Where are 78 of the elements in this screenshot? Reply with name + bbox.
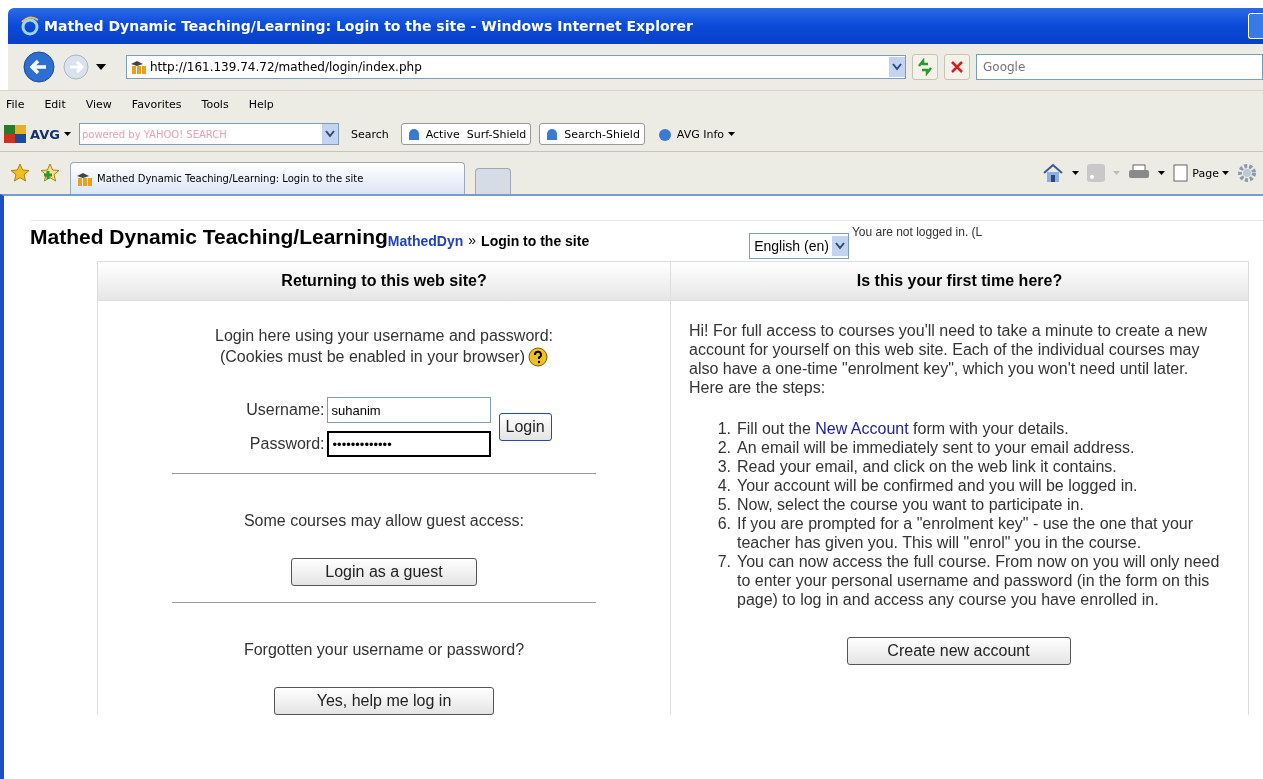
caret-icon[interactable] — [1158, 171, 1166, 175]
browser-tab[interactable]: Mathed Dynamic Teaching/Learning: Login to the site — [70, 162, 465, 194]
browser-logo-icon — [20, 16, 40, 36]
address-field[interactable]: http://161.139.74.72/mathed/login/index.php — [126, 55, 906, 79]
avg-info-button[interactable]: AVG Info — [652, 124, 740, 144]
guest-login-button[interactable]: Login as a guest — [291, 558, 477, 586]
step-number: 4. — [716, 476, 731, 495]
breadcrumb-separator: » — [468, 232, 477, 248]
forgot-password-button[interactable]: Yes, help me log in — [274, 687, 494, 715]
field-label: Password: — [249, 435, 325, 453]
avg-button[interactable]: AVG — [4, 125, 71, 143]
page-icon — [1173, 164, 1190, 182]
breadcrumb-link[interactable]: MathedDyn — [387, 233, 464, 249]
search-field[interactable]: Google — [976, 54, 1263, 80]
menu-item[interactable]: View — [85, 97, 112, 111]
step-text: Now, select the course you want to participate in. — [737, 495, 1084, 514]
globe-icon — [656, 126, 673, 142]
page-menu-button[interactable]: Page — [1173, 164, 1229, 182]
caret-icon — [1222, 171, 1229, 175]
password-field[interactable]: ••••••••••••• — [326, 431, 491, 457]
back-button[interactable] — [22, 50, 56, 84]
refresh-icon — [916, 58, 934, 76]
address-dropdown-button[interactable] — [889, 57, 905, 77]
step-text: Your account will be confirmed and you will be logged in. — [737, 476, 1138, 495]
menu-item[interactable]: File — [6, 97, 25, 111]
field-label: Username: — [246, 401, 325, 419]
shield-button[interactable]: Active Surf-Shield — [400, 123, 532, 145]
step-number: 6. — [716, 514, 731, 534]
login-instructions: Login here using your username and password: — [215, 327, 553, 345]
favorites-star-icon[interactable] — [10, 163, 30, 183]
caret-icon — [728, 132, 736, 136]
dropdown-arrow-icon[interactable] — [96, 64, 106, 70]
search-button[interactable]: Search — [346, 125, 393, 143]
menu-item[interactable]: Tools — [201, 97, 229, 111]
step-text: You can now access the full course. From now on you will only need to enter your personal username and password (in the form on this page) to log in and access any course you have enrolled in. — [737, 552, 1221, 609]
chevron-icon — [834, 242, 845, 250]
step-number: 5. — [716, 495, 731, 514]
add-favorite-icon[interactable] — [40, 163, 60, 183]
new-account-link[interactable]: New Account — [815, 420, 909, 437]
menu-item[interactable]: Help — [248, 97, 274, 111]
moodle-favicon-icon — [77, 171, 93, 186]
step-number: 2. — [716, 438, 731, 457]
step-text: Fill out the New Account form with your details. — [737, 419, 1069, 438]
stop-button[interactable] — [944, 54, 970, 80]
moodle-favicon-icon — [131, 60, 147, 74]
home-icon[interactable] — [1042, 163, 1065, 183]
window-title: Mathed Dynamic Teaching/Learning: Login to the site - Windows Internet Explorer — [44, 18, 694, 34]
login-status: You are not logged in. (L — [851, 225, 983, 239]
breadcrumb-current: Login to the site — [481, 233, 590, 249]
yahoo-search-box[interactable]: powered by YAHOO! SEARCH — [78, 123, 339, 145]
menu-item[interactable]: Favorites — [131, 97, 182, 111]
language-select[interactable]: English (en) — [749, 233, 849, 259]
step-text: An email will be immediately sent to your email address. — [737, 438, 1135, 457]
forgot-password-text: Forgotten your username or password? — [243, 641, 525, 659]
chevron-icon — [892, 63, 902, 71]
step-number: 3. — [716, 457, 731, 476]
step-text: If you are prompted for a "enrolment key" - use the one that your teacher has given you. This will "enrol" you in the course. — [737, 514, 1195, 552]
create-account-button[interactable]: Create new account — [846, 637, 1071, 665]
site-title: Mathed Dynamic Teaching/Learning — [30, 225, 388, 248]
guest-access-text: Some courses may allow guest access: — [243, 512, 525, 530]
shield-button[interactable]: Search-Shield — [539, 123, 645, 145]
refresh-button[interactable] — [912, 54, 938, 80]
step-number: 1. — [716, 419, 731, 438]
username-field[interactable]: suhanim — [326, 397, 491, 423]
minimize-button[interactable] — [1248, 13, 1263, 39]
cookies-note: (Cookies must be enabled in your browser) — [219, 348, 525, 366]
caret-icon — [63, 132, 71, 136]
step-number: 7. — [716, 552, 731, 572]
avg-logo-icon — [4, 125, 26, 143]
help-icon[interactable] — [528, 347, 548, 367]
login-button[interactable]: Login — [498, 413, 552, 441]
caret-icon[interactable] — [1072, 171, 1080, 175]
signup-info-text: Hi! For full access to courses you'll need to take a minute to create a new account for yourself on this web site. Each of the individual courses may also have a one-time "enrolment key", which you won't need until later. Here are the steps: — [689, 321, 1208, 397]
step-text: Read your email, and click on the web link it contains. — [737, 457, 1117, 476]
close-icon — [950, 60, 964, 74]
chevron-icon — [324, 130, 335, 138]
settings-icon[interactable] — [1237, 163, 1257, 183]
menu-item[interactable]: Edit — [44, 97, 66, 111]
